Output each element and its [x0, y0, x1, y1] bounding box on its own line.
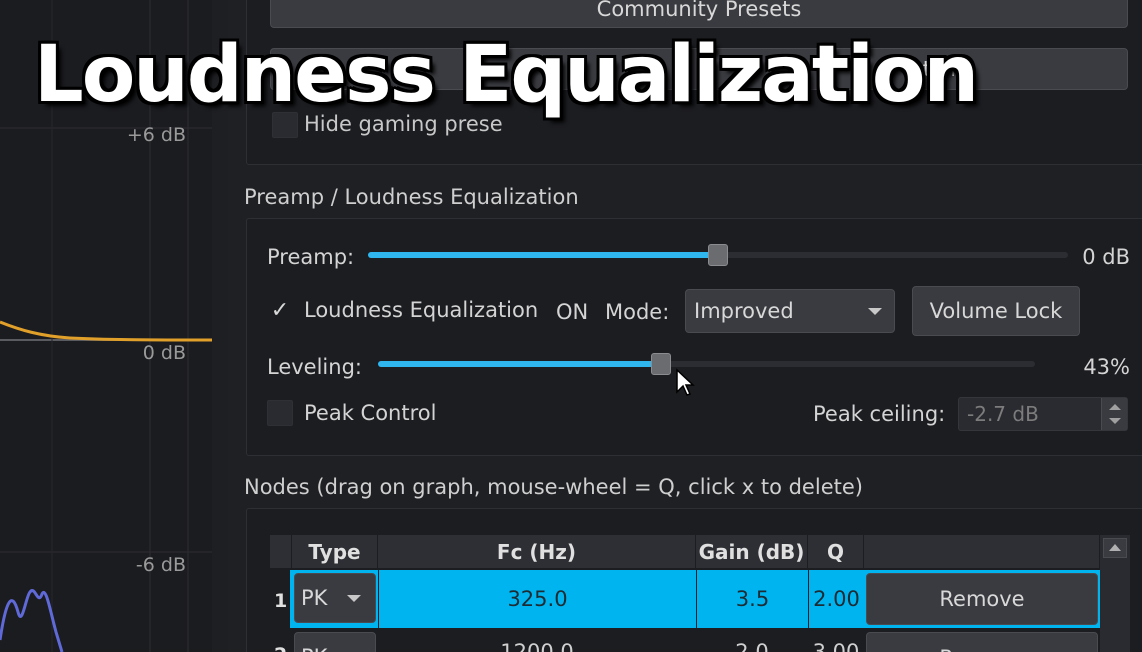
- node-type-select[interactable]: PK: [294, 573, 376, 623]
- column-header-type[interactable]: Type: [292, 535, 378, 568]
- node-type-value: PK: [301, 586, 328, 610]
- row-number: 1: [274, 590, 288, 612]
- mode-select[interactable]: Improved: [685, 289, 895, 333]
- loudness-eq-on-label: ON: [556, 300, 589, 324]
- spin-up-icon[interactable]: [1109, 404, 1121, 410]
- spectrum-trace: [0, 589, 64, 652]
- peak-ceiling-label: Peak ceiling:: [813, 402, 946, 426]
- mode-select-value: Improved: [694, 299, 794, 323]
- preamp-label: Preamp:: [267, 245, 355, 269]
- node-q-cell[interactable]: 3.00: [808, 632, 864, 652]
- peak-ceiling-value: -2.7 dB: [967, 402, 1039, 426]
- leveling-slider-handle[interactable]: [650, 353, 671, 375]
- row-header-corner: [270, 535, 292, 568]
- peak-control-label: Peak Control: [304, 401, 437, 425]
- node-type-select[interactable]: PK: [294, 632, 376, 652]
- leveling-label: Leveling:: [267, 355, 362, 379]
- loudness-eq-checkbox[interactable]: ✓: [267, 297, 293, 323]
- node-q-cell[interactable]: 2.00: [808, 570, 864, 628]
- remove-node-button[interactable]: Remove: [866, 632, 1098, 652]
- spin-down-icon[interactable]: [1109, 418, 1121, 424]
- checkmark-icon: ✓: [270, 297, 290, 323]
- node-fc-cell[interactable]: 325.0: [378, 570, 696, 628]
- preamp-slider-fill: [368, 252, 718, 258]
- column-header-action: [864, 535, 1100, 568]
- column-header-fc[interactable]: Fc (Hz): [378, 535, 696, 568]
- peak-ceiling-spinbox[interactable]: -2.7 dB: [958, 397, 1128, 431]
- nodes-section-title: Nodes (drag on graph, mouse-wheel = Q, c…: [244, 475, 863, 499]
- mouse-cursor-icon: [676, 368, 695, 396]
- peak-control-checkbox[interactable]: [267, 400, 293, 426]
- spin-arrows[interactable]: [1101, 398, 1127, 430]
- chevron-down-icon: [868, 308, 882, 315]
- preamp-slider[interactable]: [368, 244, 1068, 266]
- volume-lock-button[interactable]: Volume Lock: [912, 286, 1080, 336]
- node-gain-cell[interactable]: 3.5: [696, 570, 808, 628]
- graph-label-minus6: -6 dB: [135, 554, 186, 576]
- preamp-value: 0 dB: [1082, 245, 1130, 269]
- eq-response-curve: [0, 320, 212, 342]
- scroll-up-button[interactable]: [1103, 538, 1127, 558]
- leveling-value: 43%: [1083, 355, 1130, 379]
- graph-label-0: 0 dB: [142, 342, 186, 364]
- loudness-eq-label: Loudness Equalization: [304, 298, 539, 322]
- node-type-value: PK: [301, 645, 327, 652]
- preamp-section-title: Preamp / Loudness Equalization: [244, 185, 579, 209]
- column-header-q[interactable]: Q: [808, 535, 864, 568]
- column-header-gain[interactable]: Gain (dB): [696, 535, 808, 568]
- table-scrollbar[interactable]: [1100, 535, 1130, 652]
- row-number: 2: [274, 644, 287, 652]
- mode-label: Mode:: [605, 300, 670, 324]
- preamp-slider-handle[interactable]: [708, 244, 728, 266]
- graph-label-plus6: +6 dB: [126, 124, 186, 146]
- chevron-down-icon: [347, 595, 361, 602]
- remove-node-button[interactable]: Remove: [866, 573, 1098, 625]
- leveling-slider[interactable]: [378, 353, 1035, 375]
- leveling-slider-fill: [378, 361, 661, 367]
- overlay-title: Loudness Equalization: [34, 30, 979, 120]
- node-gain-cell[interactable]: 2.0: [696, 632, 808, 652]
- chevron-up-icon: [1109, 544, 1121, 551]
- community-presets-button[interactable]: Community Presets: [270, 0, 1128, 28]
- node-fc-cell[interactable]: 1200.0: [378, 632, 696, 652]
